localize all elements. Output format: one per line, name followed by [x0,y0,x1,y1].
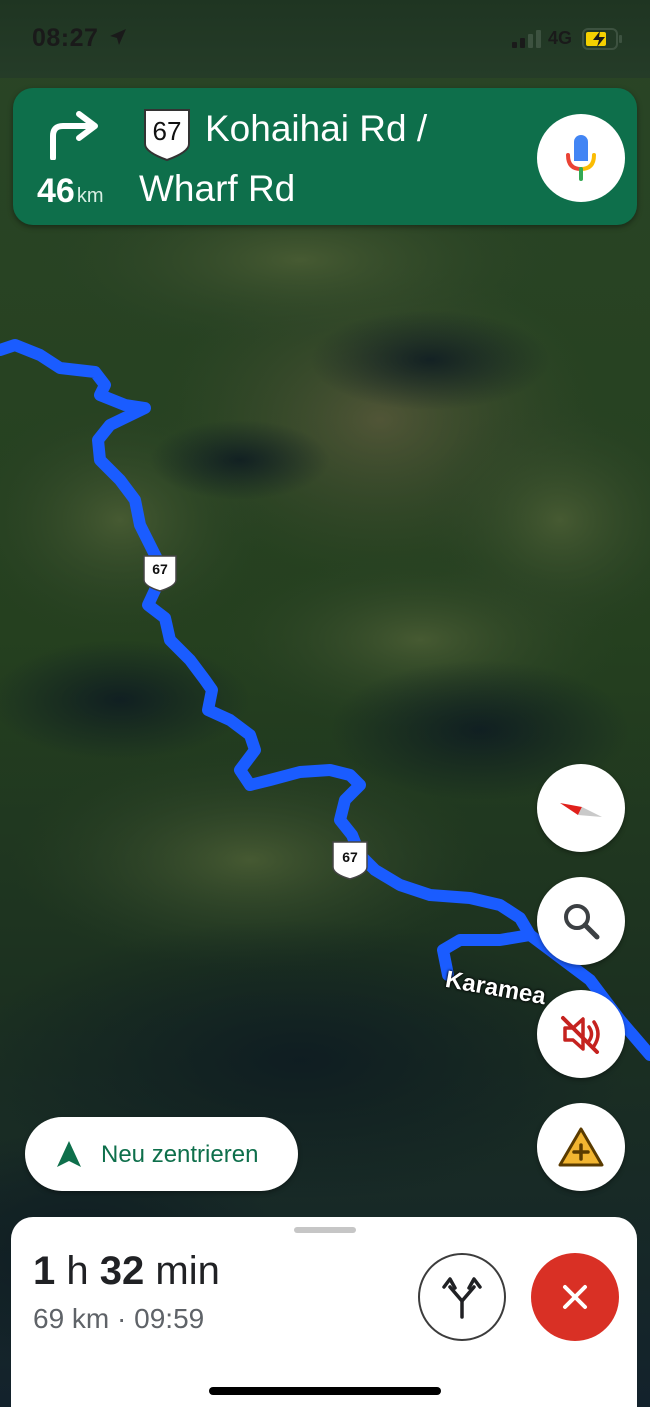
route-shield-number: 67 [152,116,182,146]
map-route-shield-number: 67 [152,561,168,577]
street-name-line1: Kohaihai Rd / [205,108,428,149]
network-type: 4G [548,28,573,48]
map-route-shield-number: 67 [342,849,358,865]
report-incident-button[interactable] [537,1103,625,1191]
signal-strength-icon [512,30,541,48]
map-route-shield: 67 [330,839,370,881]
duration-minutes: 32 [99,1249,145,1293]
sound-muted-icon [561,1016,600,1054]
voice-search-button[interactable] [537,114,625,202]
report-incident-icon [558,1127,604,1167]
street-name-line2: Wharf Rd [139,168,296,209]
status-bar: 08:27 4G [0,0,650,78]
search-along-route-button[interactable] [537,877,625,965]
home-indicator[interactable] [209,1387,441,1395]
drag-handle[interactable] [294,1227,356,1233]
battery-charging-icon [582,28,622,50]
trip-distance: 69 km [33,1303,110,1334]
trip-duration: 1 h 32 min [33,1249,220,1294]
microphone-icon [566,135,596,181]
arrival-time: 09:59 [134,1303,205,1334]
navigation-arrow-icon [57,1141,81,1167]
close-icon [563,1285,587,1309]
mute-button[interactable] [537,990,625,1078]
search-icon [564,904,600,940]
alternate-routes-icon [442,1277,482,1319]
trip-summary-sheet[interactable]: 1 h 32 min 69 km · 09:59 [11,1217,637,1407]
recenter-button[interactable]: Neu zentrieren [25,1117,298,1191]
separator: · [117,1303,127,1334]
duration-minutes-unit: min [155,1249,220,1293]
route-options-button[interactable] [418,1253,506,1341]
distance-unit: km [76,185,104,207]
turn-right-arrow-icon [50,111,98,160]
navigation-banner[interactable]: 46 km 67 Kohaihai Rd / Wharf Rd [13,88,637,225]
status-time: 08:27 [32,24,99,52]
recenter-label: Neu zentrieren [101,1141,259,1168]
duration-hours: 1 [33,1249,56,1293]
trip-details: 69 km · 09:59 [33,1303,204,1335]
duration-hours-unit: h [66,1249,89,1293]
compass-icon [560,803,602,817]
location-arrow-icon [110,29,126,45]
maneuver-distance: 46 km [37,172,104,211]
map-route-shield: 67 [141,553,179,593]
exit-navigation-button[interactable] [531,1253,619,1341]
route-shield-icon: 67 [141,106,193,162]
compass-button[interactable] [537,764,625,852]
distance-value: 46 [37,172,75,210]
